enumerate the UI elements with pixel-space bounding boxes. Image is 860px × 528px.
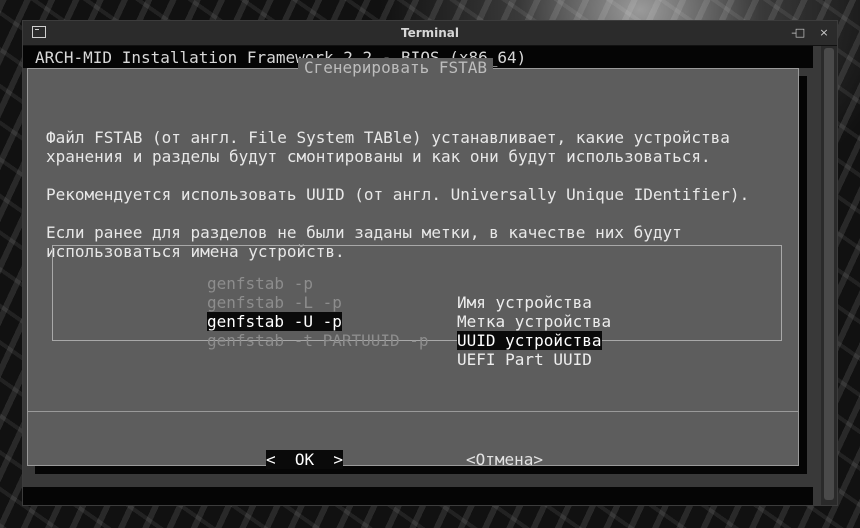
terminal-area[interactable]: ARCH-MID Installation Framework 2.2 - BI… — [23, 46, 837, 505]
menu-item-desc: UUID устройства — [457, 331, 602, 350]
dialog-paragraph-1: Файл FSTAB (от англ. File System TABle) … — [46, 128, 730, 147]
dialog-shadow-bottom — [35, 466, 807, 474]
close-button[interactable]: × — [815, 24, 833, 42]
terminal-bottom-area — [23, 487, 813, 505]
menu-item-desc: UEFI Part UUID — [457, 350, 592, 369]
dialog-paragraph-2: Рекомендуется использовать UUID (от англ… — [46, 185, 750, 204]
menu-item-partuuid[interactable]: genfstab -t PARTUUID -p UEFI Part UUID — [53, 312, 783, 369]
dialog-separator — [28, 411, 798, 412]
dialog-paragraph-3: Если ранее для разделов не были заданы м… — [46, 223, 682, 242]
cancel-button[interactable]: <Отмена> — [466, 450, 543, 469]
dialog-shadow-right — [799, 76, 807, 474]
window-titlebar[interactable]: Terminal – □ × — [23, 21, 837, 46]
ok-button[interactable]: < OK > — [266, 450, 344, 469]
dialog-title: Сгенерировать FSTAB — [298, 58, 494, 78]
menu-item-tag: genfstab -t PARTUUID -p — [207, 331, 429, 350]
menu-item-device-uuid[interactable]: genfstab -U -p UUID устройства — [53, 293, 783, 350]
fstab-dialog: Сгенерировать FSTAB Файл FSTAB (от англ.… — [27, 58, 799, 469]
menu-item-device-name[interactable]: genfstab -p Имя устройства — [53, 255, 783, 312]
menu-list: genfstab -p Имя устройства genfstab -L -… — [52, 245, 783, 369]
scrollbar-thumb[interactable] — [824, 48, 834, 500]
terminal-scrollbar[interactable] — [821, 46, 837, 505]
terminal-window: Terminal – □ × ARCH-MID Installation Fra… — [22, 20, 838, 506]
maximize-button[interactable]: □ — [791, 24, 809, 42]
window-title: Terminal — [400, 26, 460, 40]
dialog-paragraph-1b: хранения и разделы будут смонтированы и … — [46, 147, 711, 166]
menu-item-device-label[interactable]: genfstab -L -p Метка устройства — [53, 274, 783, 331]
